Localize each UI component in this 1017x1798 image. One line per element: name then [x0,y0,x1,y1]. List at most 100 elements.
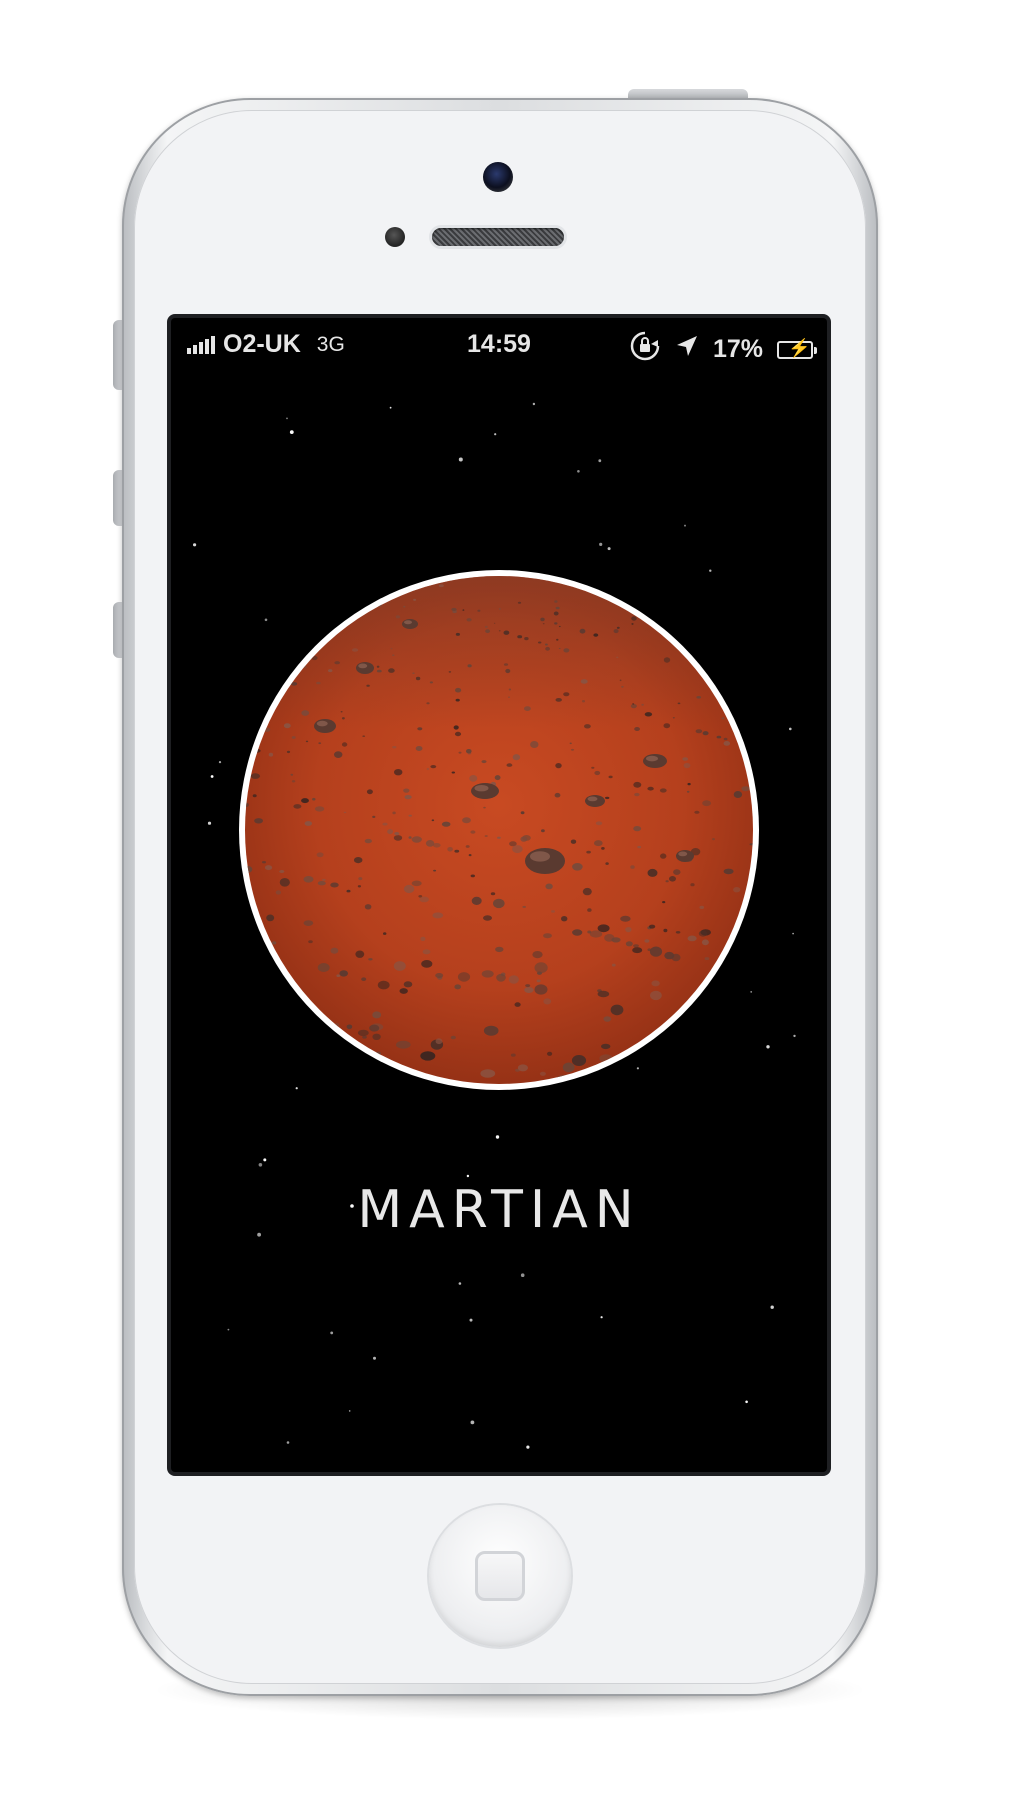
rock [362,735,366,737]
rock [534,962,548,974]
rock [589,930,603,938]
boulder [402,619,418,629]
rock [455,698,460,702]
rock [723,737,728,741]
rock [716,735,722,739]
rock [477,609,481,612]
boulder-highlight [474,785,489,792]
rock [432,912,444,919]
star [532,402,536,406]
rock [334,1023,340,1028]
rock [663,723,671,729]
rock [712,838,715,841]
star [373,1356,376,1360]
rock [498,630,501,632]
home-square-icon [475,1551,525,1601]
rock [286,750,291,754]
star [607,547,611,551]
rock [637,845,642,849]
rock [663,657,671,663]
rock [455,687,462,693]
rock [429,681,433,684]
boulder [525,848,565,874]
rock [462,817,471,824]
star [227,1328,230,1331]
rock [283,723,291,729]
rock [403,981,413,988]
rock [402,592,405,593]
rock [508,975,519,984]
rock [411,836,422,843]
rock [543,933,552,939]
rock [616,656,619,659]
rock [392,654,395,656]
rock [457,972,471,982]
rock [505,668,511,674]
rock [660,853,667,859]
rock [290,773,294,776]
rock [604,934,615,942]
rock [342,717,345,720]
rock [301,798,309,804]
rock [733,887,741,893]
rock [495,946,504,953]
rock [328,669,333,673]
rock [322,878,326,881]
rock [632,703,635,705]
earpiece-speaker [432,228,564,246]
rock [641,703,644,706]
rock [553,611,559,616]
rock [467,664,472,668]
star [389,406,392,409]
rock [480,1069,496,1078]
rock [376,669,382,673]
rock [510,1053,516,1057]
rock [508,696,510,698]
rock [341,742,348,747]
star [207,821,212,825]
rock [702,731,709,736]
rock [683,762,691,769]
rock [426,767,430,771]
star [792,932,794,935]
home-button[interactable] [429,1505,571,1647]
rock [254,748,261,753]
rock [586,850,591,854]
rock [563,648,570,653]
rock [558,625,561,628]
rock [303,920,314,926]
rock [572,929,583,936]
rock [392,811,396,815]
rock [694,810,700,814]
boulder [471,783,499,799]
rock [572,863,583,871]
rock [485,625,488,628]
star [599,542,603,546]
rock [438,584,444,588]
star [750,991,753,993]
rock [346,1024,353,1030]
rock [448,671,452,673]
rock [411,880,422,887]
rock [279,870,285,873]
rock [317,881,326,886]
rock [420,936,426,941]
rock [264,865,273,871]
rock [435,1038,443,1045]
rock [346,889,351,893]
star [789,727,792,731]
rock [311,655,318,661]
rock [582,700,585,703]
rock [471,896,482,905]
rock [470,874,475,878]
rock [352,648,359,652]
rock [314,806,325,812]
rock [723,868,734,875]
rock [250,773,260,779]
rock [620,915,631,922]
rock [372,1033,381,1040]
rock [291,682,298,686]
rock [330,947,339,954]
rock [632,947,643,954]
rock [541,829,545,833]
